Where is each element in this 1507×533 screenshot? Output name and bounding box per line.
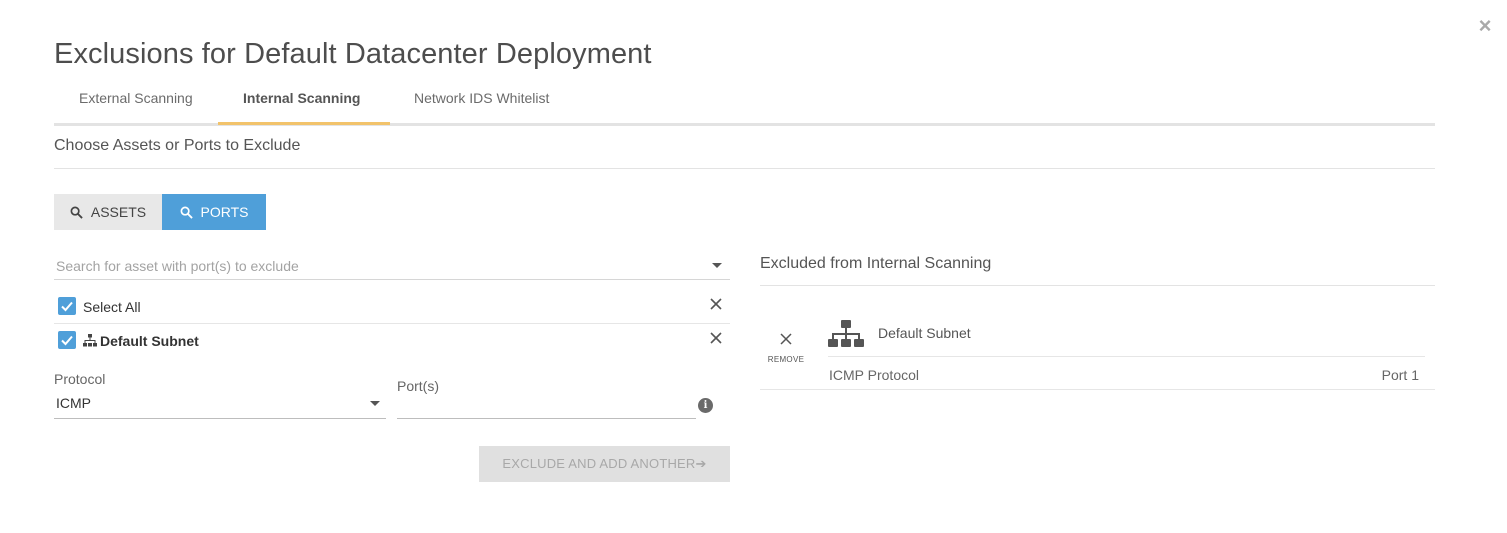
tab-external-scanning[interactable]: External Scanning	[79, 90, 193, 106]
checkmark-icon	[61, 335, 73, 346]
ports-toggle-label: PORTS	[200, 204, 249, 220]
tab-bar: External Scanning Internal Scanning Netw…	[54, 80, 1435, 126]
divider	[54, 168, 1435, 169]
asset-search	[54, 255, 730, 280]
excluded-item-name: Default Subnet	[878, 325, 971, 341]
excluded-item-port: Port 1	[1381, 367, 1419, 383]
clear-icon[interactable]	[708, 296, 724, 312]
protocol-select[interactable]: ICMP	[54, 390, 386, 419]
subnet-label: Default Subnet	[100, 333, 199, 349]
divider	[760, 285, 1435, 286]
close-icon[interactable]: ×	[1476, 15, 1494, 37]
checkmark-icon	[61, 301, 73, 312]
ports-label: Port(s)	[397, 378, 439, 394]
chevron-down-icon[interactable]	[712, 263, 722, 268]
asset-search-input[interactable]	[54, 255, 694, 274]
network-icon	[828, 320, 864, 347]
select-all-checkbox[interactable]	[58, 297, 76, 315]
info-icon[interactable]: i	[698, 398, 713, 413]
protocol-label: Protocol	[54, 371, 106, 387]
active-tab-indicator	[218, 122, 390, 125]
assets-toggle-button[interactable]: ASSETS	[54, 194, 162, 230]
select-all-row: Select All	[54, 290, 730, 324]
remove-subnet-icon[interactable]	[708, 330, 724, 346]
excluded-heading: Excluded from Internal Scanning	[760, 255, 992, 272]
dialog-title: Exclusions for Default Datacenter Deploy…	[54, 38, 652, 70]
remove-button[interactable]: REMOVE	[766, 332, 806, 364]
select-all-label: Select All	[83, 299, 141, 315]
ports-input[interactable]	[397, 395, 696, 419]
tab-internal-scanning[interactable]: Internal Scanning	[243, 90, 360, 106]
close-icon	[780, 333, 792, 345]
subnet-checkbox[interactable]	[58, 331, 76, 349]
exclude-and-add-another-button[interactable]: EXCLUDE AND ADD ANOTHER➔	[479, 446, 730, 482]
tab-network-ids-whitelist[interactable]: Network IDS Whitelist	[414, 90, 549, 106]
divider	[760, 389, 1435, 390]
divider	[828, 356, 1425, 357]
ports-toggle-button[interactable]: PORTS	[162, 194, 266, 230]
chevron-down-icon	[370, 401, 380, 406]
remove-label: REMOVE	[767, 355, 805, 364]
excluded-item-protocol: ICMP Protocol	[829, 367, 919, 383]
assets-toggle-label: ASSETS	[90, 204, 147, 220]
subnet-row: Default Subnet	[54, 324, 730, 358]
section-heading: Choose Assets or Ports to Exclude	[54, 137, 301, 154]
search-icon	[70, 206, 83, 219]
network-icon	[83, 334, 97, 347]
search-icon	[180, 206, 193, 219]
protocol-value: ICMP	[56, 395, 91, 411]
